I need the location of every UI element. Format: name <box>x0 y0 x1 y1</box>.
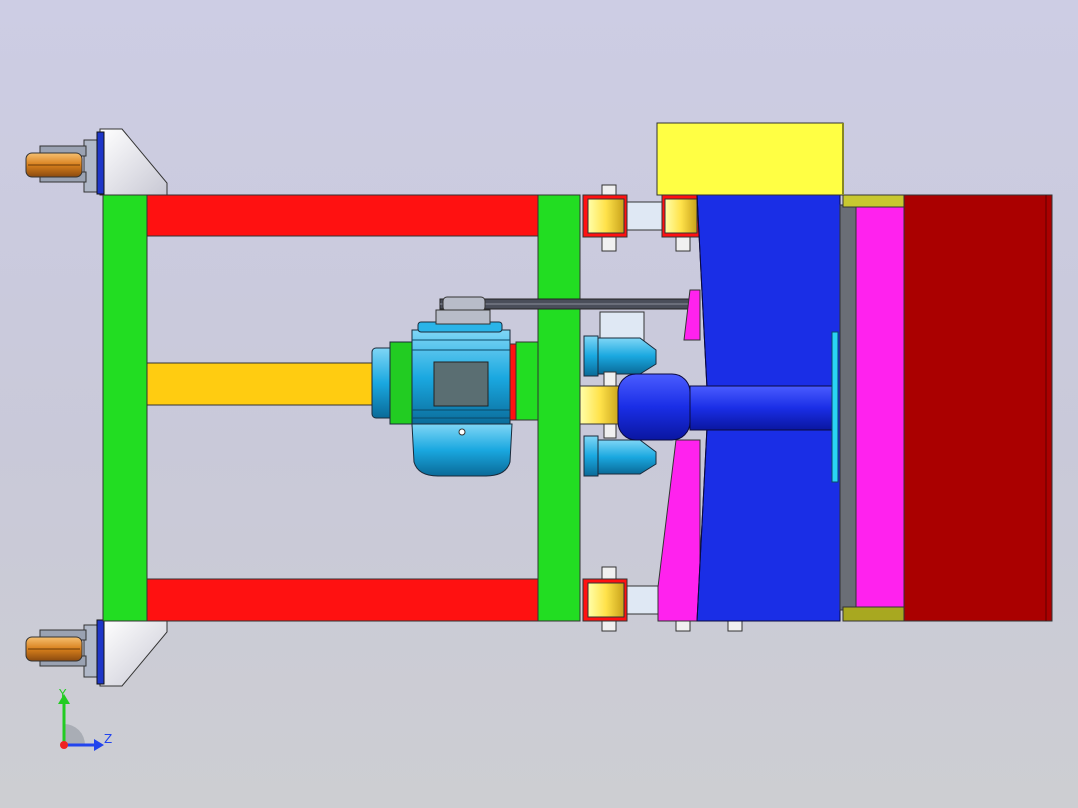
gray-side-plate <box>839 204 857 611</box>
shaft-hub <box>617 373 691 441</box>
machine-assembly-top-view: Y Z <box>25 122 1053 751</box>
caster-wheel-bottom <box>25 619 105 685</box>
drive-belt <box>439 296 691 312</box>
hopper-box <box>656 122 844 196</box>
electric-motor <box>371 309 539 477</box>
axis-y-label: Y <box>58 687 67 701</box>
frame-post-left <box>102 194 148 622</box>
caster-wheel-top <box>25 131 105 195</box>
impeller-housing <box>689 194 841 622</box>
frame-rail-bottom <box>145 578 539 622</box>
output-box <box>903 194 1053 622</box>
frame-post-mid <box>537 194 581 622</box>
frame-rail-top <box>145 194 539 237</box>
corner-plate-top <box>99 128 168 196</box>
cad-viewport[interactable]: Y Z <box>0 0 1078 808</box>
corner-plate-bottom <box>99 620 168 687</box>
axis-z-label: Z <box>104 732 112 746</box>
axis-triad: Y Z <box>58 687 112 751</box>
intake-wedge <box>657 289 701 622</box>
x-axis-dot <box>60 741 68 749</box>
motor-support-beam <box>145 362 377 406</box>
